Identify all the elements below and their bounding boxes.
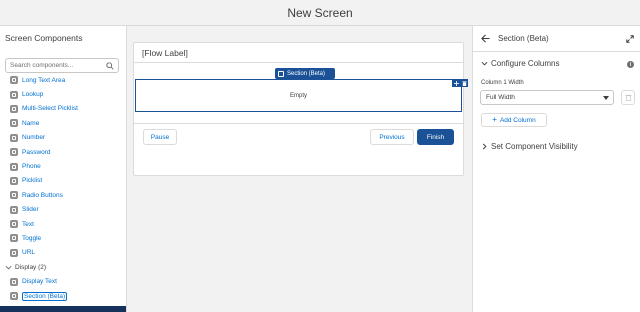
delete-icon[interactable] bbox=[461, 80, 467, 86]
picklist-icon bbox=[10, 176, 18, 185]
component-item-slider[interactable]: Slider bbox=[0, 203, 126, 217]
url-icon bbox=[10, 248, 18, 257]
number-icon bbox=[10, 133, 18, 142]
configure-columns-title: Configure Columns bbox=[491, 59, 560, 68]
component-item-number[interactable]: Number bbox=[0, 131, 126, 145]
section-icon bbox=[10, 292, 18, 301]
component-label: URL bbox=[22, 249, 36, 257]
component-item-long-text-area[interactable]: Long Text Area bbox=[0, 73, 126, 87]
add-column-label: Add Column bbox=[499, 116, 536, 124]
component-label: Slider bbox=[22, 206, 39, 214]
column-width-label: Column 1 Width bbox=[481, 80, 524, 86]
component-label: Display Text bbox=[22, 278, 57, 286]
multi-select-picklist-icon bbox=[10, 104, 18, 113]
properties-header: Section (Beta) bbox=[473, 26, 640, 52]
back-arrow-icon[interactable] bbox=[481, 34, 490, 43]
delete-column-button[interactable] bbox=[621, 90, 635, 105]
panel-title: Screen Components bbox=[5, 33, 83, 43]
app-header: New Screen bbox=[0, 0, 640, 26]
component-item-text[interactable]: Text bbox=[0, 217, 126, 231]
component-label: Long Text Area bbox=[22, 76, 66, 84]
plus-icon: + bbox=[492, 115, 497, 124]
component-label: Picklist bbox=[22, 177, 43, 185]
text-icon bbox=[10, 220, 18, 229]
visibility-toggle[interactable]: Set Component Visibility bbox=[481, 142, 578, 151]
component-item-section[interactable]: Section (Beta) bbox=[0, 289, 126, 303]
component-item-lookup[interactable]: Lookup bbox=[0, 87, 126, 101]
component-label: Text bbox=[22, 220, 34, 228]
add-column-button[interactable]: + Add Column bbox=[481, 113, 547, 127]
pause-button[interactable]: Pause bbox=[143, 129, 177, 145]
footer-divider bbox=[134, 123, 463, 124]
component-label: Phone bbox=[22, 163, 41, 171]
chevron-down-icon bbox=[481, 61, 488, 66]
screen-canvas: [Flow Label] Empty Section (Beta) Pause … bbox=[127, 26, 472, 312]
component-label: Section (Beta) bbox=[22, 291, 68, 301]
component-label: Name bbox=[22, 119, 40, 127]
component-item-toggle[interactable]: Toggle bbox=[0, 231, 126, 245]
display-text-icon bbox=[10, 277, 18, 286]
chevron-right-icon bbox=[482, 143, 487, 150]
screen-title: New Screen bbox=[287, 5, 353, 20]
name-icon bbox=[10, 119, 18, 128]
properties-title: Section (Beta) bbox=[498, 34, 549, 43]
info-icon[interactable]: i bbox=[627, 61, 634, 68]
component-item-password[interactable]: Password bbox=[0, 145, 126, 159]
finish-button[interactable]: Finish bbox=[417, 129, 454, 145]
search-icon[interactable] bbox=[106, 62, 114, 70]
component-item-display-text[interactable]: Display Text bbox=[0, 274, 126, 288]
lookup-icon bbox=[10, 90, 18, 99]
visibility-title: Set Component Visibility bbox=[491, 142, 578, 151]
empty-placeholder: Empty bbox=[289, 92, 307, 99]
component-label: Toggle bbox=[22, 234, 42, 242]
section-tag-label: Section (Beta) bbox=[287, 70, 326, 77]
section-tag[interactable]: Section (Beta) bbox=[275, 68, 335, 79]
component-item-phone[interactable]: Phone bbox=[0, 159, 126, 173]
search-input[interactable] bbox=[10, 60, 102, 71]
trash-icon bbox=[624, 94, 632, 101]
component-list: Long Text Area Lookup Multi-Select Pickl… bbox=[0, 73, 126, 303]
toggle-icon bbox=[10, 234, 18, 243]
component-item-picklist[interactable]: Picklist bbox=[0, 174, 126, 188]
section-icon bbox=[278, 70, 284, 77]
phone-icon bbox=[10, 162, 18, 171]
component-item-multi-select-picklist[interactable]: Multi-Select Picklist bbox=[0, 102, 126, 116]
properties-panel: Section (Beta) Configure Columns i Colum… bbox=[472, 26, 640, 312]
component-label: Multi-Select Picklist bbox=[22, 105, 78, 113]
component-item-name[interactable]: Name bbox=[0, 116, 126, 130]
search-box[interactable] bbox=[5, 58, 119, 73]
password-icon bbox=[10, 148, 18, 157]
move-icon[interactable] bbox=[453, 80, 459, 86]
component-label: Radio Buttons bbox=[22, 191, 63, 199]
component-label: Password bbox=[22, 148, 51, 156]
component-item-radio-buttons[interactable]: Radio Buttons bbox=[0, 188, 126, 202]
column-width-select[interactable]: Full Width bbox=[480, 90, 614, 105]
section-component[interactable]: Empty bbox=[135, 79, 462, 112]
flow-header[interactable]: [Flow Label] bbox=[134, 43, 463, 63]
configure-columns-toggle[interactable]: Configure Columns bbox=[481, 59, 559, 68]
radio-buttons-icon bbox=[10, 191, 18, 200]
component-item-url[interactable]: URL bbox=[0, 246, 126, 260]
chevron-down-icon bbox=[5, 265, 12, 270]
screen-components-panel: Screen Components Long Text Area Lookup … bbox=[0, 26, 127, 312]
slider-icon bbox=[10, 205, 18, 214]
previous-button[interactable]: Previous bbox=[370, 129, 414, 145]
flow-label: [Flow Label] bbox=[142, 47, 188, 58]
selected-indicator-bar bbox=[0, 306, 126, 312]
component-label: Lookup bbox=[22, 91, 44, 99]
long-text-area-icon bbox=[10, 76, 18, 85]
column-width-value: Full Width bbox=[486, 94, 515, 101]
display-section-label: Display (2) bbox=[15, 263, 47, 271]
section-actions bbox=[452, 79, 468, 87]
component-label: Number bbox=[22, 134, 46, 142]
expand-icon[interactable] bbox=[626, 35, 634, 43]
screen-card: [Flow Label] Empty Section (Beta) Pause … bbox=[133, 42, 468, 176]
dropdown-arrow-icon bbox=[603, 96, 609, 100]
display-section-toggle[interactable]: Display (2) bbox=[0, 260, 126, 274]
